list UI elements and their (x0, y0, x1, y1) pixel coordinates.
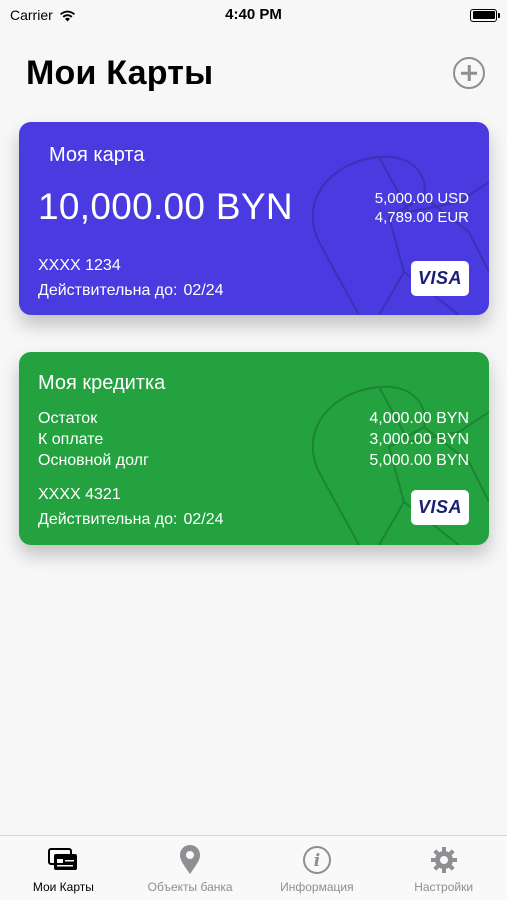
card-number: XXXX 1234 (38, 257, 121, 274)
credit-row-label: Остаток (38, 410, 98, 427)
visa-logo: VISA (411, 490, 469, 525)
tab-bank-objects[interactable]: Объекты банка (127, 836, 254, 900)
card-valid-date: 02/24 (183, 511, 224, 528)
credit-row-label: Основной долг (38, 452, 149, 469)
card-valid-date: 02/24 (183, 282, 224, 299)
info-icon: i (302, 845, 332, 875)
svg-text:i: i (314, 851, 320, 871)
credit-row: Остаток 4,000.00 BYN (38, 408, 469, 429)
card-valid-label: Действительна до: (38, 282, 178, 299)
tab-label: Мои Карты (32, 880, 94, 894)
battery-icon (470, 8, 500, 22)
tab-my-cards[interactable]: Мои Карты (0, 836, 127, 900)
tab-label: Объекты банка (147, 880, 233, 894)
page-title: Мои Карты (26, 53, 214, 92)
credit-row: К оплате 3,000.00 BYN (38, 429, 469, 450)
credit-row-value: 5,000.00 BYN (369, 452, 469, 469)
credit-row-label: К оплате (38, 431, 104, 448)
balance-eur: 4,789.00 EUR (374, 209, 469, 226)
credit-row-value: 4,000.00 BYN (369, 410, 469, 427)
status-time: 4:40 PM (225, 6, 282, 23)
credit-rows: Остаток 4,000.00 BYN К оплате 3,000.00 B… (38, 408, 469, 471)
card-balance: 10,000.00 BYN (38, 186, 293, 227)
card-credit[interactable]: Моя кредитка Остаток 4,000.00 BYN К опла… (19, 352, 489, 545)
add-card-button[interactable] (453, 57, 485, 89)
status-bar: Carrier 4:40 PM (0, 0, 507, 30)
location-pin-icon (175, 845, 205, 875)
visa-logo: VISA (411, 261, 469, 296)
card-number: XXXX 4321 (38, 486, 121, 503)
card-other-balances: 5,000.00 USD 4,789.00 EUR (375, 189, 469, 227)
card-debit[interactable]: Моя карта 10,000.00 BYN 5,000.00 USD 4,7… (19, 122, 489, 315)
tab-label: Настройки (414, 880, 474, 894)
card-valid: Действительна до: 02/24 (38, 511, 224, 529)
tab-settings[interactable]: Настройки (380, 836, 507, 900)
tab-information[interactable]: i Информация (254, 836, 381, 900)
header: Мои Карты (26, 50, 485, 96)
gear-icon (429, 845, 459, 875)
tab-bar: Мои Карты Объекты банка i Информация Нас… (0, 835, 507, 900)
card-valid: Действительна до: 02/24 (38, 282, 224, 300)
card-title: Моя кредитка (38, 372, 166, 394)
credit-row-value: 3,000.00 BYN (369, 431, 469, 448)
balance-usd: 5,000.00 USD (374, 190, 469, 207)
cards-icon (48, 845, 78, 875)
card-valid-label: Действительна до: (38, 511, 178, 528)
tab-label: Информация (280, 880, 354, 894)
card-title: Моя карта (49, 144, 145, 166)
credit-row: Основной долг 5,000.00 BYN (38, 450, 469, 471)
